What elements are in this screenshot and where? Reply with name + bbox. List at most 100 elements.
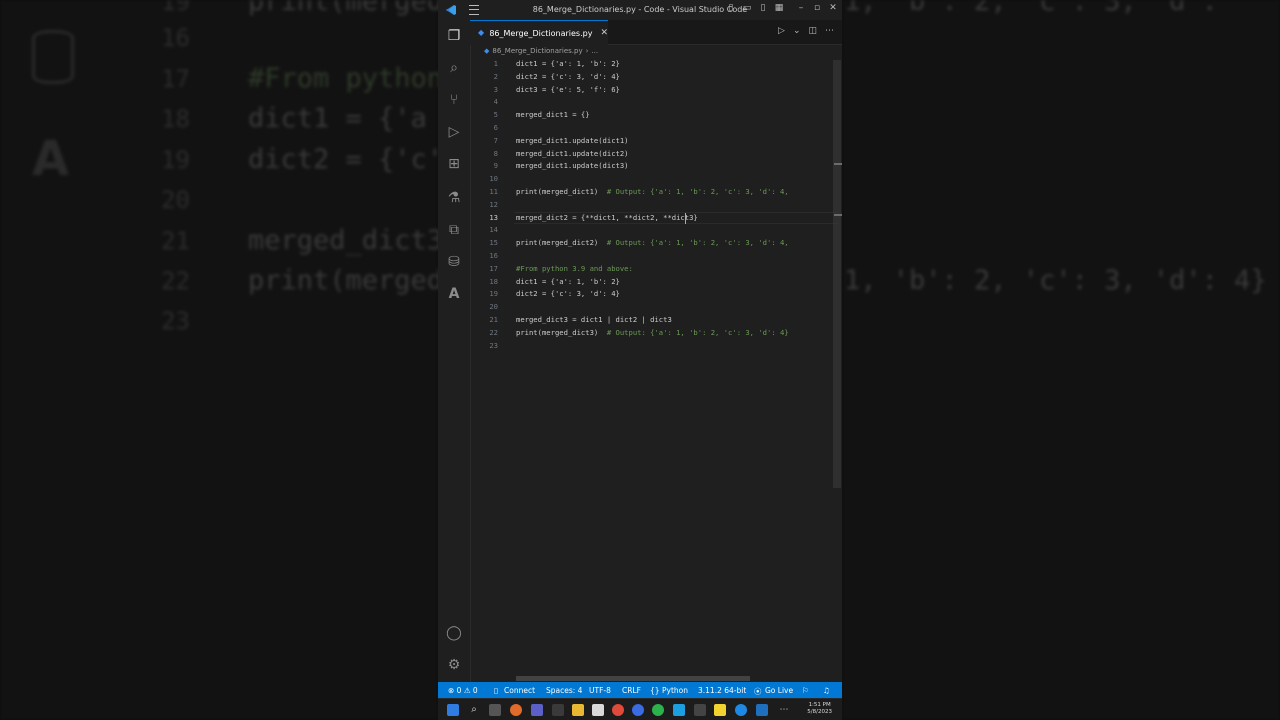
feedback-icon[interactable]: ⚐ xyxy=(802,686,809,695)
line-number: 3 xyxy=(493,84,498,94)
remote-connect-icon[interactable]: ▯ xyxy=(494,686,498,695)
code-line[interactable]: 4 xyxy=(470,96,842,109)
code-line[interactable]: 3 dict3 = {'e': 5, 'f': 6} xyxy=(470,84,842,97)
task-view-icon[interactable] xyxy=(489,704,501,716)
code-line[interactable]: 14 xyxy=(470,224,842,237)
run-python-file-icon[interactable]: ▷ xyxy=(778,26,785,36)
code-text: merged_dict1.update(dict3) xyxy=(516,160,629,173)
python-interpreter[interactable]: 3.11.2 64-bit xyxy=(698,686,746,695)
background-database-icon xyxy=(32,30,74,84)
code-text: dict2 = {'c': 3, 'd': 4} xyxy=(516,288,620,301)
editor-actions: ▷ ⌄ ◫ ⋯ xyxy=(778,26,834,36)
explorer-icon[interactable]: ❐ xyxy=(446,28,462,44)
overflow-icon[interactable]: ⋯ xyxy=(778,704,790,716)
chat-icon[interactable] xyxy=(531,704,543,716)
code-line[interactable]: 15 print(merged_dict2) # Output: {'a': 1,… xyxy=(470,237,842,250)
status-bar: ⊗ 0 ⚠ 0 ▯ Connect Spaces: 4 UTF-8 CRLF {… xyxy=(438,682,842,698)
problems-indicator[interactable]: ⊗ 0 ⚠ 0 xyxy=(448,686,478,695)
code-statement: print(merged_dict2) xyxy=(516,238,599,248)
background-code-line: 1, 'b': 2, 'c': 3, 'd': xyxy=(844,0,1218,17)
background-line-number: 16 xyxy=(161,24,190,52)
background-code-line: dict1 = {'a xyxy=(248,103,427,134)
code-line[interactable]: 20 xyxy=(470,301,842,314)
line-number: 20 xyxy=(489,302,498,312)
breadcrumb-file[interactable]: 86_Merge_Dictionaries.py xyxy=(492,47,582,55)
store-icon[interactable] xyxy=(592,704,604,716)
tab-86-merge-dictionaries[interactable]: ◆ 86_Merge_Dictionaries.py ✕ xyxy=(470,20,608,45)
code-editor[interactable]: 1 dict1 = {'a': 1, 'b': 2} 2 dict2 = {'c': … xyxy=(470,58,842,678)
azure-icon[interactable]: A xyxy=(446,286,462,302)
code-line[interactable]: 12 xyxy=(470,199,842,212)
run-debug-icon[interactable]: ▷ xyxy=(446,124,462,140)
code-statement: merged_dict2 = {**dict1, **dict2, **dict… xyxy=(516,212,698,222)
language-braces-icon: {} xyxy=(650,686,660,695)
code-line[interactable]: 16 xyxy=(470,250,842,263)
chevron-down-icon[interactable]: ⌄ xyxy=(793,26,801,36)
background-line-number: 22 xyxy=(161,267,190,295)
breadcrumb: ◆ 86_Merge_Dictionaries.py › ... xyxy=(484,45,598,57)
code-line[interactable]: 8 merged_dict1.update(dict2) xyxy=(470,148,842,161)
sticky-notes-icon[interactable] xyxy=(714,704,726,716)
code-line[interactable]: 22 print(merged_dict3) # Output: {'a': 1,… xyxy=(470,327,842,340)
clock-time: 1:51 PM xyxy=(808,702,831,708)
horizontal-scrollbar[interactable] xyxy=(516,676,750,681)
app-icon[interactable] xyxy=(694,704,706,716)
code-line[interactable]: 18 dict1 = {'a': 1, 'b': 2} xyxy=(470,276,842,289)
language-mode[interactable]: Python xyxy=(662,686,688,695)
code-line[interactable]: 7 merged_dict1.update(dict1) xyxy=(470,135,842,148)
breadcrumb-more[interactable]: ... xyxy=(591,47,598,55)
search-icon[interactable]: ⌕ xyxy=(446,60,462,76)
code-line[interactable]: 1 dict1 = {'a': 1, 'b': 2} xyxy=(470,58,842,71)
code-line[interactable]: 6 xyxy=(470,122,842,135)
code-line[interactable]: 17 #From python 3.9 and above: xyxy=(470,263,842,276)
source-control-icon[interactable]: ⑂ xyxy=(446,92,462,108)
code-line[interactable]: 13 merged_dict2 = {**dict1, **dict2, **di… xyxy=(470,211,842,225)
code-line[interactable]: 5 merged_dict1 = {} xyxy=(470,109,842,122)
code-line[interactable]: 11 print(merged_dict1) # Output: {'a': 1,… xyxy=(470,186,842,199)
account-icon[interactable]: ◯ xyxy=(446,625,462,641)
connect-button[interactable]: Connect xyxy=(504,686,535,695)
go-live-button[interactable]: Go Live xyxy=(765,686,793,695)
restore-icon[interactable]: ▫ xyxy=(812,3,822,13)
toggle-panel-icon[interactable]: ▭ xyxy=(742,3,752,13)
widgets-icon[interactable] xyxy=(510,704,522,716)
close-icon[interactable]: ✕ xyxy=(828,3,838,13)
encoding-indicator[interactable]: UTF-8 xyxy=(589,686,611,695)
vertical-scrollbar[interactable] xyxy=(833,60,841,488)
line-number: 15 xyxy=(489,238,498,248)
split-editor-icon[interactable]: ◫ xyxy=(808,26,817,36)
eol-indicator[interactable]: CRLF xyxy=(622,686,641,695)
testing-icon[interactable]: ⚗ xyxy=(446,190,462,206)
code-text: print(merged_dict1) # Output: {'a': 1, '… xyxy=(516,186,789,199)
vscode-taskbar-icon[interactable] xyxy=(756,704,768,716)
toggle-primary-sidebar-icon[interactable]: ▯ xyxy=(726,3,736,13)
code-line[interactable]: 23 xyxy=(470,340,842,353)
app-icon[interactable] xyxy=(632,704,644,716)
extensions-icon[interactable]: ⊞ xyxy=(446,156,462,172)
remote-explorer-icon[interactable]: ⧉ xyxy=(446,222,462,238)
notifications-bell-icon[interactable]: ♫ xyxy=(823,686,830,695)
database-icon[interactable]: ⛁ xyxy=(446,254,462,270)
whatsapp-icon[interactable] xyxy=(652,704,664,716)
start-icon[interactable] xyxy=(447,704,459,716)
app-icon[interactable] xyxy=(552,704,564,716)
code-line[interactable]: 10 xyxy=(470,173,842,186)
minimize-icon[interactable]: – xyxy=(796,3,806,13)
customize-layout-icon[interactable]: ▦ xyxy=(774,3,784,13)
more-actions-icon[interactable]: ⋯ xyxy=(825,26,834,36)
code-text: dict2 = {'c': 3, 'd': 4} xyxy=(516,71,620,84)
code-line[interactable]: 9 merged_dict1.update(dict3) xyxy=(470,160,842,173)
file-explorer-icon[interactable] xyxy=(572,704,584,716)
skype-icon[interactable] xyxy=(673,704,685,716)
code-line[interactable]: 2 dict2 = {'c': 3, 'd': 4} xyxy=(470,71,842,84)
settings-gear-icon[interactable]: ⚙ xyxy=(446,657,462,673)
edge-icon[interactable] xyxy=(735,704,747,716)
chrome-icon[interactable] xyxy=(612,704,624,716)
taskbar-search-icon[interactable]: ⌕ xyxy=(468,704,480,716)
indentation-indicator[interactable]: Spaces: 4 xyxy=(546,686,582,695)
toggle-secondary-sidebar-icon[interactable]: ▯ xyxy=(758,3,768,13)
taskbar-clock[interactable]: 1:51 PM 5/8/2023 xyxy=(807,702,832,716)
tab-close-icon[interactable]: ✕ xyxy=(600,28,608,38)
code-line[interactable]: 19 dict2 = {'c': 3, 'd': 4} xyxy=(470,288,842,301)
code-line[interactable]: 21 merged_dict3 = dict1 | dict2 | dict3 xyxy=(470,314,842,327)
